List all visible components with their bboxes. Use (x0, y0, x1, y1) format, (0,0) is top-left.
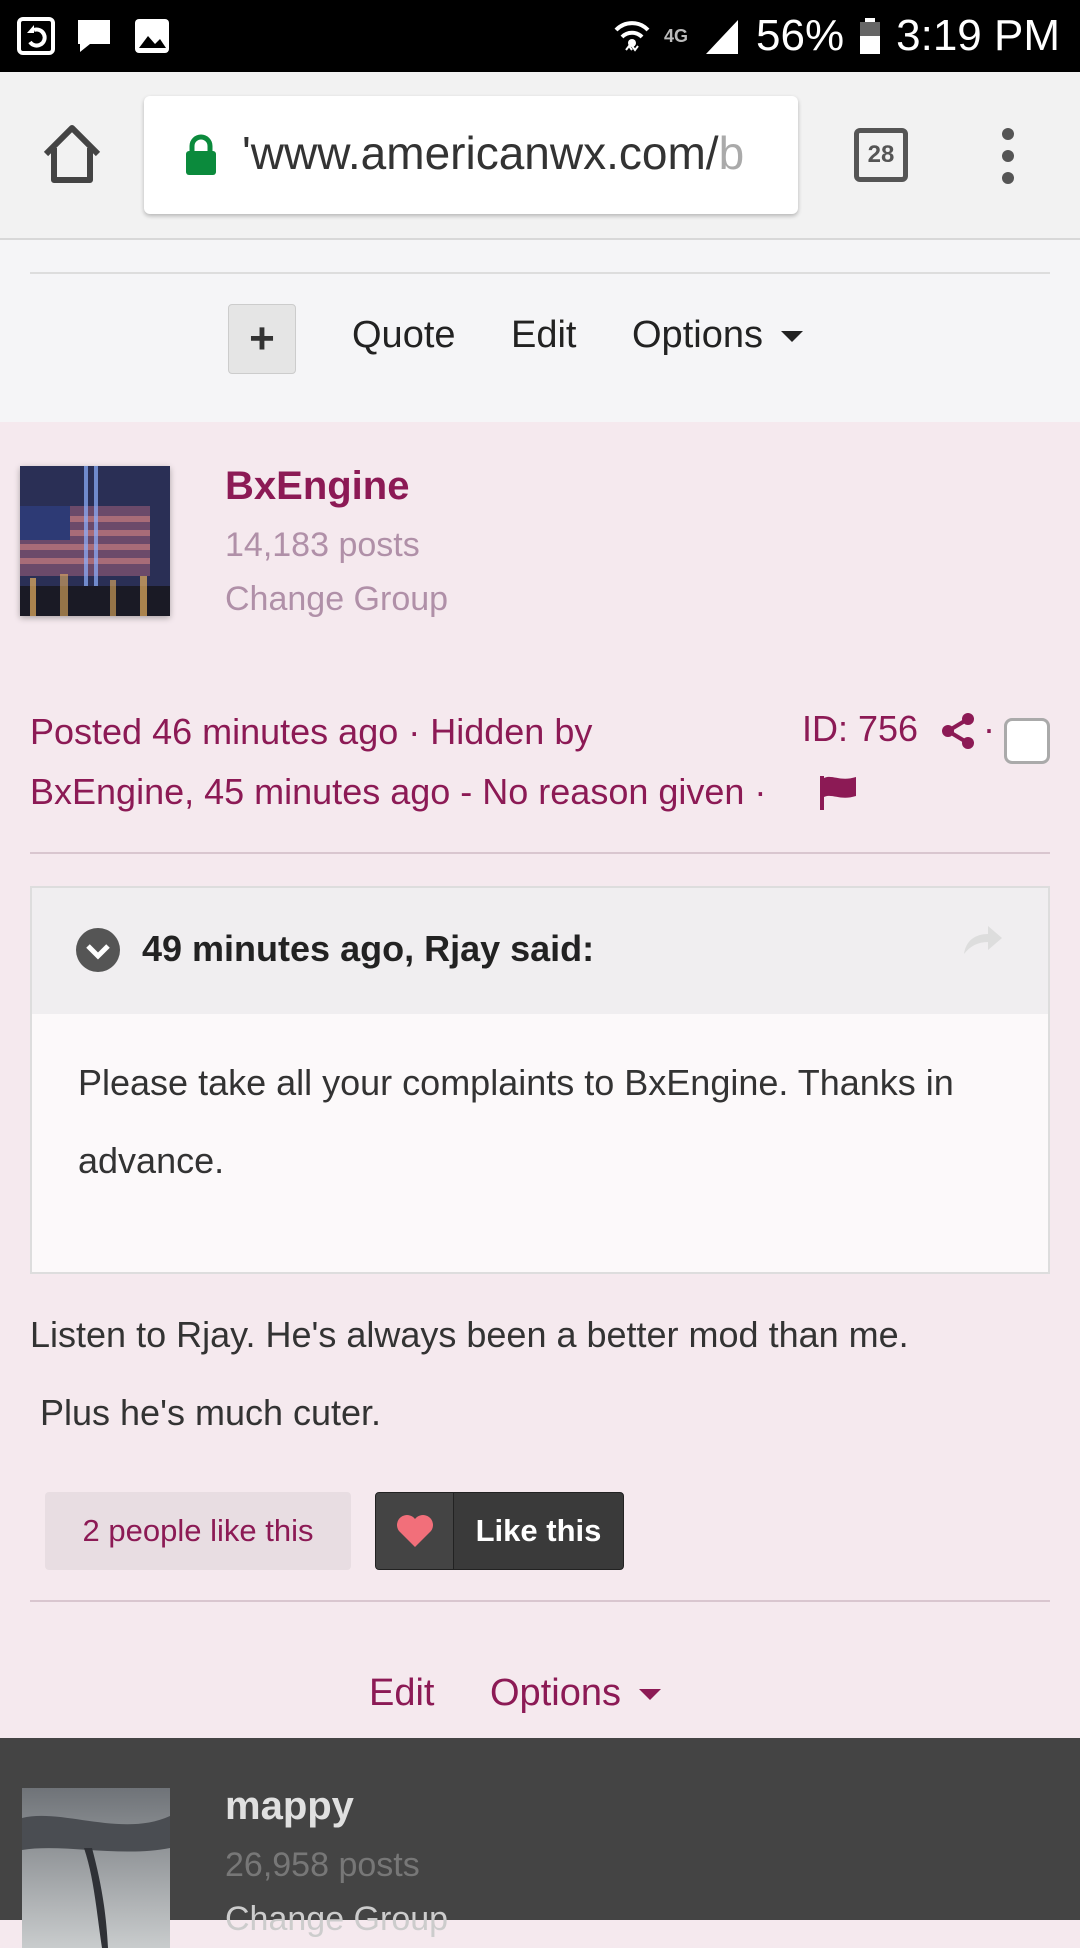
collapse-chevron-icon[interactable] (76, 928, 120, 972)
divider (30, 272, 1050, 274)
separator-dot: · (983, 708, 995, 749)
meta-line-1: Posted 46 minutes ago · Hidden by (30, 711, 593, 752)
like-label: Like this (475, 1513, 602, 1548)
divider (30, 852, 1050, 854)
overflow-menu-icon[interactable] (990, 124, 1026, 188)
caret-down-icon (780, 331, 803, 343)
avatar-image (20, 466, 170, 616)
options-button[interactable]: Options (490, 1672, 661, 1715)
author-post-count: 14,183 posts (225, 526, 420, 564)
battery-icon (860, 18, 881, 54)
post-id[interactable]: ID: 756 (802, 708, 918, 750)
quote-block: 49 minutes ago, Rjay said: Please take a… (30, 886, 1050, 1274)
url-main: 'www.americanwx.com/ (242, 127, 719, 179)
post-text-line-1: Listen to Rjay. He's always been a bette… (30, 1314, 909, 1355)
address-bar[interactable]: 'www.americanwx.com/b (144, 96, 798, 214)
url-fade: b (718, 127, 745, 179)
like-button[interactable]: Like this (375, 1492, 624, 1570)
quote-header: 49 minutes ago, Rjay said: (32, 888, 1048, 1014)
report-flag-icon[interactable] (818, 774, 858, 810)
browser-toolbar: 'www.americanwx.com/b 28 (0, 72, 1080, 240)
home-icon[interactable] (38, 120, 106, 188)
meta-line-2: BxEngine, 45 minutes ago - No reason giv… (30, 771, 767, 812)
quote-button[interactable]: Quote (352, 314, 456, 357)
quote-citation: 49 minutes ago, Rjay said: (142, 928, 595, 969)
post-text-line-2: Plus he's much cuter. (30, 1392, 382, 1433)
url-text[interactable]: 'www.americanwx.com/b (242, 126, 744, 180)
caret-down-icon (638, 1689, 661, 1701)
heart-icon (376, 1493, 454, 1569)
post-meta: Posted 46 minutes ago · Hidden by BxEngi… (30, 702, 790, 822)
sync-notification-icon (17, 17, 55, 55)
go-to-quoted-post-icon[interactable] (962, 924, 1004, 956)
clock: 3:19 PM (896, 11, 1060, 60)
signal-icon (706, 20, 739, 54)
share-icon[interactable] (940, 712, 976, 750)
post-bxengine: BxEngine 14,183 posts Change Group Poste… (0, 422, 1080, 1738)
network-type: 4G (664, 25, 689, 46)
status-bar: 4G 56% 3:19 PM (0, 0, 1080, 72)
options-label: Options (490, 1672, 621, 1714)
post-content: Listen to Rjay. He's always been a bette… (30, 1296, 1050, 1452)
message-notification-icon (78, 20, 110, 52)
wifi-icon (614, 21, 650, 52)
divider (30, 1600, 1050, 1602)
select-post-checkbox[interactable] (1004, 718, 1050, 764)
author-name[interactable]: BxEngine (225, 464, 409, 509)
options-button[interactable]: Options (632, 314, 803, 357)
author-name[interactable]: mappy (225, 1784, 354, 1829)
avatar-image (22, 1788, 170, 1948)
change-group-link[interactable]: Change Group (225, 580, 448, 619)
avatar[interactable] (20, 466, 170, 616)
multiquote-plus-button[interactable]: + (228, 304, 296, 374)
author-post-count: 26,958 posts (225, 1846, 420, 1884)
tab-switcher-button[interactable]: 28 (854, 128, 908, 182)
quote-text: Please take all your complaints to BxEng… (78, 1062, 954, 1181)
likes-count[interactable]: 2 people like this (45, 1492, 351, 1570)
image-notification-icon (135, 19, 169, 53)
options-label: Options (632, 314, 763, 356)
previous-post-actions: + Quote Edit Options (0, 240, 1080, 422)
edit-button[interactable]: Edit (369, 1672, 434, 1715)
avatar[interactable] (22, 1788, 170, 1948)
lock-icon (186, 134, 216, 175)
edit-button[interactable]: Edit (511, 314, 576, 357)
battery-percent: 56% (756, 11, 845, 60)
post-mappy: mappy 26,958 posts Change Group (0, 1738, 1080, 1948)
